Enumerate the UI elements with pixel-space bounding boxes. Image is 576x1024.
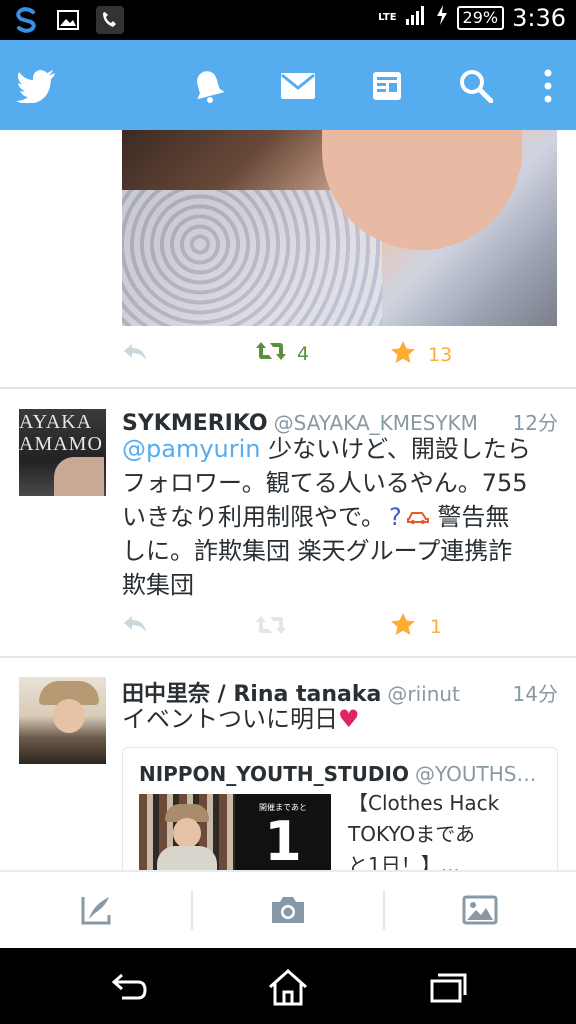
camera-icon[interactable] [192,872,384,948]
messages-envelope-icon[interactable] [274,62,322,110]
card-image[interactable] [139,794,235,870]
tweet-text: @pamyurin 少ないけど、開設したら フォロワー。観てる人いるやん。755… [122,435,531,599]
recent-apps-icon[interactable] [418,962,478,1012]
summary-card[interactable]: NIPPON_YOUTH_STUDIO @YOUTHST... 開催まであと 1… [122,747,558,870]
retweet-button[interactable]: 4 [255,340,309,367]
tweet-text: イベントついに明日♥ [122,705,360,733]
mention-link[interactable]: @pamyurin [122,435,260,463]
search-icon[interactable] [452,62,500,110]
photo-gallery-icon[interactable] [384,872,576,948]
charging-icon [435,4,449,32]
star-icon [390,612,416,641]
call-forward-icon [96,6,124,34]
battery-indicator: 29% [456,6,505,30]
tweet-photo[interactable] [122,130,557,326]
retweet-icon[interactable] [255,614,287,636]
card-text: 【Clothes Hack TOKYOまであ と1日！】... [348,791,500,870]
question-emoji-icon: ? [389,503,402,531]
divider [0,656,576,658]
divider [0,387,576,389]
card-header: NIPPON_YOUTH_STUDIO @YOUTHST... [139,762,543,786]
avatar[interactable] [19,677,106,764]
s-app-icon [12,6,40,34]
signal-icon [405,4,427,32]
clock: 3:36 [512,4,566,32]
home-icon[interactable] [258,962,318,1012]
timeline[interactable]: 4 13 AYAKA AMAMO SYKMERIKO @SAYAKA_KMESY… [0,130,576,870]
heart-emoji-icon: ♥ [338,705,360,733]
card-user-handle: @YOUTHST... [414,762,543,786]
card-user-name: NIPPON_YOUTH_STUDIO [139,762,409,786]
compose-icon[interactable] [0,872,192,948]
status-bar: LTE 29% 3:36 [0,0,576,40]
countdown-image[interactable]: 開催まであと 1 day [235,794,331,870]
compose-bar [0,870,576,948]
reply-icon[interactable] [122,342,148,362]
favorite-count: 13 [428,343,453,366]
favorite-button[interactable]: 1 [390,612,442,641]
reply-icon[interactable] [122,614,148,634]
system-navigation-bar [0,948,576,1024]
gallery-icon [54,6,82,34]
discover-icon[interactable] [363,62,411,110]
twitter-bird-icon[interactable] [12,62,60,110]
retweet-count: 4 [297,342,310,365]
car-emoji-icon [406,503,430,531]
lte-indicator: LTE [378,12,397,23]
star-icon [390,340,416,369]
back-icon[interactable] [98,962,158,1012]
overflow-menu-icon[interactable] [524,62,572,110]
favorite-button[interactable]: 13 [390,340,452,369]
notifications-bell-icon[interactable] [184,62,232,110]
favorite-count: 1 [430,615,443,638]
retweet-icon [255,340,287,367]
app-bar [0,40,576,130]
avatar[interactable]: AYAKA AMAMO [19,409,106,496]
